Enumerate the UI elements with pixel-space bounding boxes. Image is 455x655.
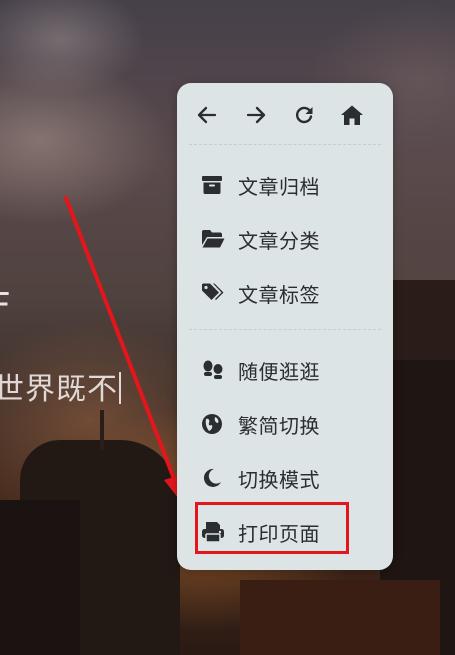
menu-item-label: 随便逛逛 <box>238 359 320 384</box>
menu-item-darkmode[interactable]: 切换模式 <box>193 459 379 497</box>
refresh-icon <box>296 106 313 124</box>
menu-divider <box>189 329 381 330</box>
menu-item-translate[interactable]: 繁简切换 <box>193 405 379 443</box>
annotation-highlight-box <box>195 502 349 554</box>
page-background: F 世界既不 文章归档 文章分类 文章标签 随便逛逛 繁简切换 切换模式 打印页… <box>0 0 455 655</box>
menu-item-label: 切换模式 <box>238 467 320 492</box>
refresh-button[interactable] <box>286 97 322 133</box>
arrow-left-icon <box>197 106 217 124</box>
menu-item-label: 文章标签 <box>238 282 320 307</box>
menu-item-label: 文章归档 <box>238 174 320 199</box>
context-menu: 文章归档 文章分类 文章标签 随便逛逛 繁简切换 切换模式 打印页面 <box>177 83 393 570</box>
archive-box-icon <box>201 173 229 197</box>
menu-item-label: 繁简切换 <box>238 413 320 438</box>
back-button[interactable] <box>189 97 225 133</box>
menu-divider <box>189 144 381 145</box>
home-button[interactable] <box>334 97 370 133</box>
forward-button[interactable] <box>238 97 274 133</box>
menu-item-archive[interactable]: 文章归档 <box>193 166 379 204</box>
globe-icon <box>201 412 229 436</box>
menu-item-label: 文章分类 <box>238 228 320 253</box>
tags-icon <box>201 281 229 305</box>
menu-item-categories[interactable]: 文章分类 <box>193 220 379 258</box>
moon-icon <box>201 466 229 490</box>
arrow-right-icon <box>246 106 266 124</box>
home-icon <box>341 105 363 125</box>
folder-open-icon <box>201 227 229 251</box>
footprints-icon <box>201 358 229 382</box>
menu-item-tags[interactable]: 文章标签 <box>193 274 379 312</box>
nav-button-row <box>177 97 393 133</box>
menu-item-random[interactable]: 随便逛逛 <box>193 351 379 389</box>
